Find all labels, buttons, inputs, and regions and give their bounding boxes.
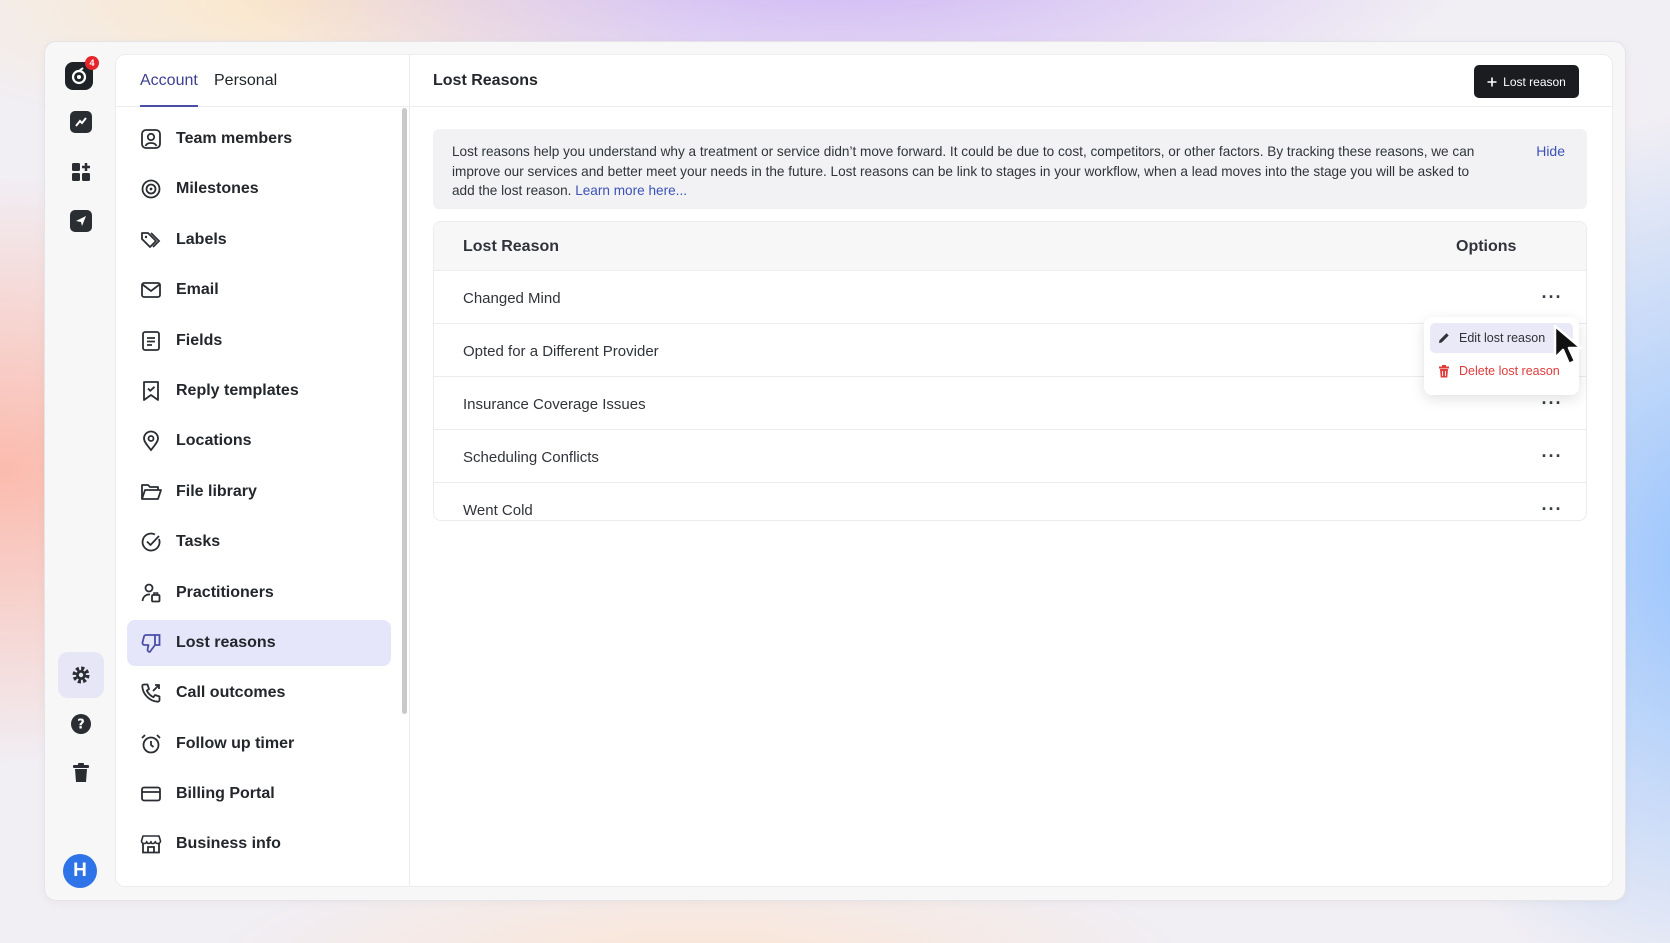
- hide-link[interactable]: Hide: [1536, 142, 1565, 162]
- help-icon[interactable]: ?: [58, 701, 104, 747]
- sidebar-item-label: Tasks: [176, 533, 221, 551]
- phone-outgoing-icon: [141, 683, 161, 703]
- table-header: Lost Reason Options: [434, 222, 1586, 271]
- lost-reasons-table: Lost Reason Options Changed Mind ··· Opt…: [433, 221, 1587, 521]
- sidebar-item-reply-templates[interactable]: Reply templates: [127, 368, 391, 414]
- settings-sidebar: Account Personal Team members Milestones…: [116, 55, 410, 886]
- pencil-icon: [1439, 333, 1449, 343]
- notification-badge: 4: [85, 56, 99, 70]
- page-header: Lost Reasons Lost reason: [411, 55, 1612, 107]
- target-icon: [141, 179, 161, 199]
- more-options-icon[interactable]: ···: [1540, 444, 1564, 468]
- add-lost-reason-button[interactable]: Lost reason: [1474, 65, 1579, 98]
- apps-icon[interactable]: [58, 149, 104, 195]
- info-text-block: Lost reasons help you understand why a t…: [452, 142, 1492, 201]
- credit-card-icon: [141, 786, 161, 802]
- lost-reason-name: Went Cold: [463, 502, 533, 519]
- sidebar-item-label: Follow up timer: [176, 734, 295, 752]
- sidebar-item-label: Labels: [176, 230, 227, 248]
- sidebar-item-call-outcomes[interactable]: Call outcomes: [127, 670, 391, 716]
- info-banner: Lost reasons help you understand why a t…: [433, 129, 1587, 209]
- check-circle-icon: [141, 532, 161, 552]
- sidebar-item-label: Email: [176, 281, 219, 299]
- sidebar-item-labels[interactable]: Labels: [127, 217, 391, 263]
- add-lost-reason-label: Lost reason: [1503, 74, 1566, 89]
- lost-reason-name: Opted for a Different Provider: [463, 343, 659, 360]
- mail-icon: [141, 282, 161, 299]
- table-row: Changed Mind ···: [434, 271, 1586, 324]
- column-header-options: Options: [1456, 238, 1517, 255]
- mouse-cursor-icon: [1553, 324, 1583, 366]
- learn-more-link[interactable]: Learn more here...: [575, 183, 687, 198]
- plus-icon: [1487, 77, 1497, 86]
- delete-lost-reason-label: Delete lost reason: [1459, 364, 1560, 378]
- sidebar-item-billing-portal[interactable]: Billing Portal: [127, 771, 391, 817]
- tags-icon: [141, 231, 161, 248]
- bookmark-icon: [143, 381, 159, 401]
- chart-icon[interactable]: [58, 99, 104, 145]
- sidebar-item-label: Billing Portal: [176, 785, 275, 803]
- page-title: Lost Reasons: [433, 72, 538, 89]
- lost-reason-name: Insurance Coverage Issues: [463, 396, 646, 413]
- send-icon[interactable]: [58, 198, 104, 244]
- tab-account[interactable]: Account: [140, 72, 198, 107]
- table-row: Insurance Coverage Issues ···: [434, 377, 1586, 430]
- column-header-lost-reason: Lost Reason: [463, 238, 560, 255]
- sidebar-item-label: Lost reasons: [176, 633, 276, 651]
- sidebar-item-milestones[interactable]: Milestones: [127, 166, 391, 212]
- sidebar-item-label: Call outcomes: [176, 684, 286, 702]
- more-options-icon[interactable]: ···: [1540, 497, 1564, 520]
- sidebar-item-lost-reasons[interactable]: Lost reasons: [127, 619, 391, 666]
- settings-tabs: Account Personal: [116, 55, 410, 107]
- sidebar-item-label: Practitioners: [176, 583, 274, 601]
- more-options-icon[interactable]: ···: [1540, 285, 1564, 309]
- user-badge-icon: [141, 583, 161, 602]
- sidebar-item-label: File library: [176, 482, 257, 500]
- folder-open-icon: [141, 483, 162, 500]
- sidebar-item-label: Milestones: [176, 180, 259, 198]
- icon-rail: 4 ? H: [45, 42, 115, 900]
- sidebar-item-label: Reply templates: [176, 381, 299, 399]
- trash-icon[interactable]: [58, 750, 104, 796]
- sidebar-item-label: Locations: [176, 432, 252, 450]
- table-row: Opted for a Different Provider: [434, 324, 1586, 377]
- lost-reason-name: Scheduling Conflicts: [463, 449, 599, 466]
- map-pin-icon: [143, 430, 159, 452]
- sidebar-item-follow-up-timer[interactable]: Follow up timer: [127, 721, 391, 767]
- sidebar-item-label: Business info: [176, 835, 281, 853]
- sidebar-item-tasks[interactable]: Tasks: [127, 519, 391, 565]
- main-panel: Account Personal Team members Milestones…: [115, 54, 1613, 887]
- store-icon: [140, 835, 162, 854]
- sidebar-item-label: Team members: [176, 130, 293, 147]
- trash-icon: [1439, 364, 1449, 377]
- sidebar-item-email[interactable]: Email: [127, 267, 391, 313]
- sidebar-item-label: Fields: [176, 331, 223, 349]
- app-window: 4 ? H Account Personal Team members Mile…: [44, 41, 1626, 901]
- table-row: Went Cold ···: [434, 483, 1586, 520]
- sidebar-scrollbar[interactable]: [402, 108, 407, 714]
- table-row: Scheduling Conflicts ···: [434, 430, 1586, 483]
- form-icon: [142, 330, 160, 351]
- avatar[interactable]: H: [63, 854, 97, 888]
- user-square-icon: [141, 129, 161, 149]
- sidebar-item-team-members[interactable]: Team members: [127, 116, 391, 162]
- sidebar-item-fields[interactable]: Fields: [127, 318, 391, 364]
- content-area: Lost Reasons Lost reason Lost reasons he…: [411, 55, 1612, 886]
- thumbs-down-icon: [141, 634, 161, 653]
- settings-nav: Team members Milestones Labels Email Fie…: [127, 107, 391, 872]
- tab-personal[interactable]: Personal: [214, 72, 277, 105]
- alarm-clock-icon: [141, 734, 161, 754]
- sidebar-item-locations[interactable]: Locations: [127, 418, 391, 464]
- gear-icon[interactable]: [58, 652, 104, 698]
- sidebar-item-practitioners[interactable]: Practitioners: [127, 570, 391, 616]
- sidebar-item-file-library[interactable]: File library: [127, 469, 391, 515]
- sidebar-item-business-info[interactable]: Business info: [127, 821, 391, 867]
- logo-icon[interactable]: 4: [65, 56, 99, 90]
- edit-lost-reason-label: Edit lost reason: [1459, 331, 1546, 345]
- lost-reason-name: Changed Mind: [463, 290, 561, 307]
- svg-text:?: ?: [77, 718, 85, 733]
